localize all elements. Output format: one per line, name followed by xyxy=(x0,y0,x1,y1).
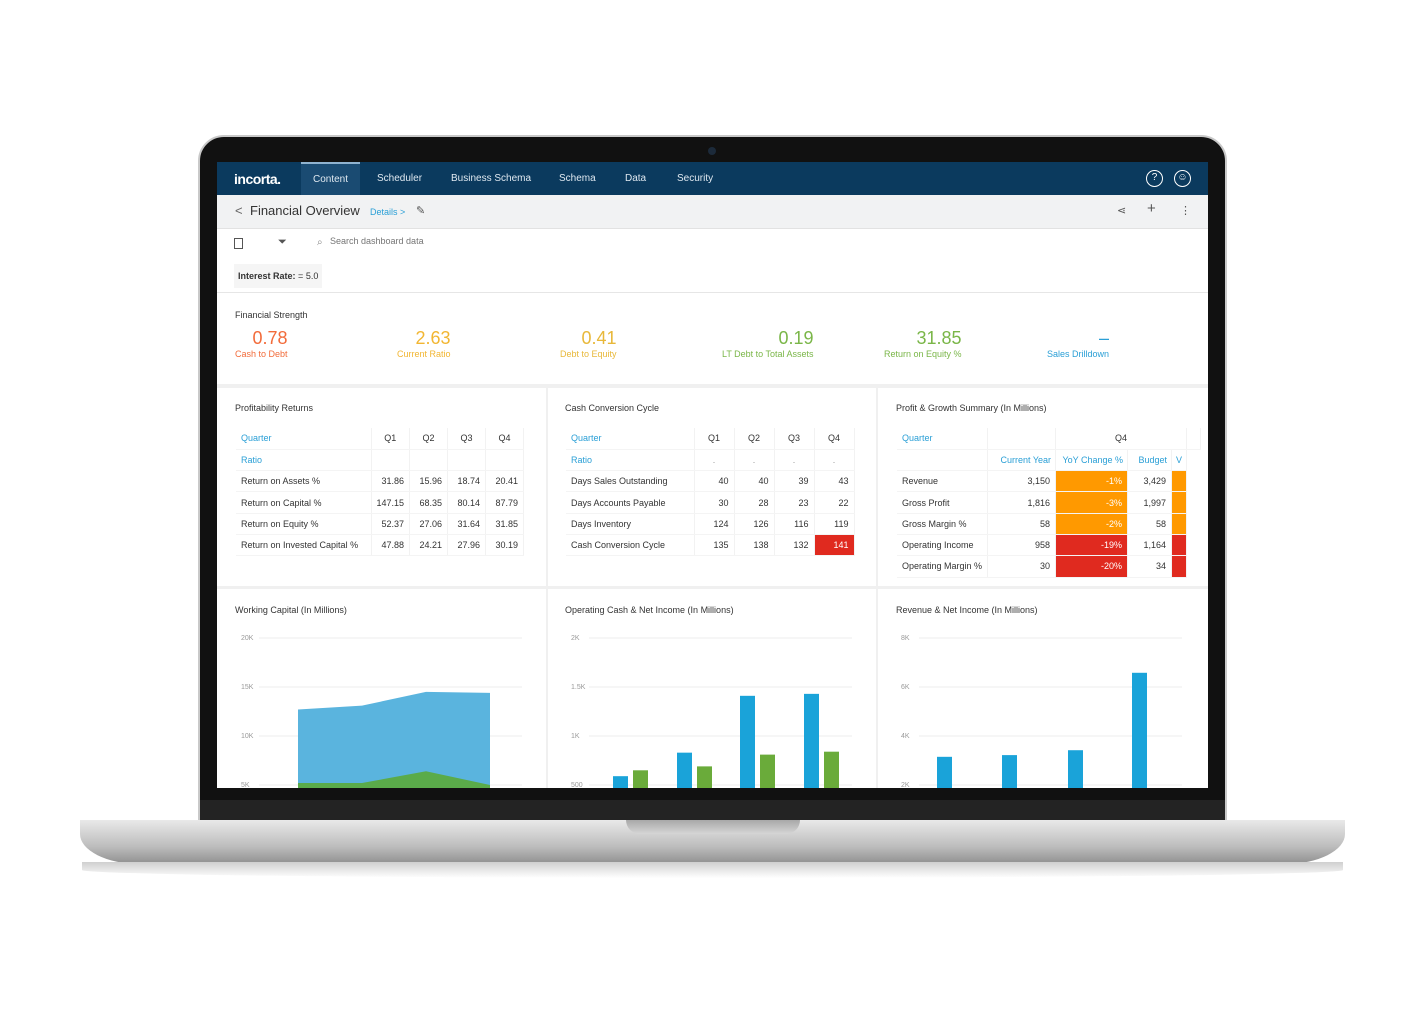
bar-s0-2 xyxy=(740,695,755,788)
bar-s0-0 xyxy=(613,776,628,788)
bar-s0-3 xyxy=(1132,672,1147,788)
bar-s1-2 xyxy=(760,754,775,788)
webcam xyxy=(708,147,716,155)
laptop-chin xyxy=(200,800,1225,821)
screen: incorta. Content Scheduler Business Schema… xyxy=(217,162,1208,788)
y-tick-label: 500 xyxy=(571,782,583,788)
charts-layer: 20K 15K 10K 5K 2K 1.5K 1K 500 8K 6K 4K 2K xyxy=(241,635,1182,788)
bar-s0-0 xyxy=(937,756,952,788)
y-tick-label: 1.5K xyxy=(571,684,586,691)
y-tick-label: 4K xyxy=(901,733,910,740)
bar-s1-3 xyxy=(824,751,839,788)
revenue-net-title: Revenue & Net Income (In Millions) xyxy=(896,605,1038,615)
bar-s1-0 xyxy=(633,770,648,788)
y-tick-label: 1K xyxy=(571,733,580,740)
y-tick-label: 5K xyxy=(241,782,250,788)
laptop-notch xyxy=(626,820,800,834)
y-tick-label: 8K xyxy=(901,635,910,642)
bar-s0-1 xyxy=(1002,755,1017,788)
bar-s0-1 xyxy=(677,752,692,788)
y-tick-label: 20K xyxy=(241,635,254,642)
laptop-shadow xyxy=(82,862,1343,878)
area-series-0 xyxy=(298,691,490,788)
operating-cash-title: Operating Cash & Net Income (In Millions… xyxy=(565,605,734,615)
y-tick-label: 15K xyxy=(241,684,254,691)
bar-s0-2 xyxy=(1068,750,1083,788)
bar-s1-1 xyxy=(697,766,712,788)
bar-s0-3 xyxy=(804,693,819,788)
working-capital-title: Working Capital (In Millions) xyxy=(235,605,347,615)
y-tick-label: 2K xyxy=(571,635,580,642)
y-tick-label: 6K xyxy=(901,684,910,691)
y-tick-label: 10K xyxy=(241,733,254,740)
y-tick-label: 2K xyxy=(901,782,910,788)
